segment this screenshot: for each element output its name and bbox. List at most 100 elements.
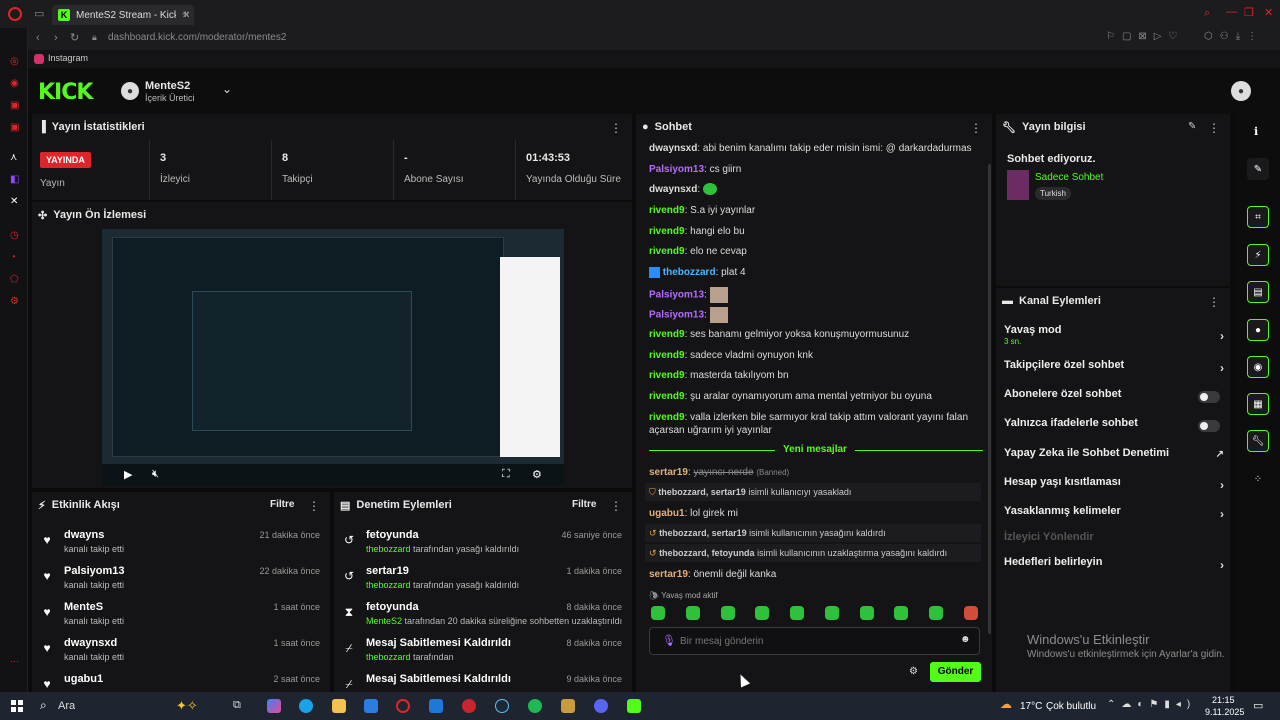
browser-tab-kick[interactable]: K MenteS2 Stream - Kick D ✕ — [52, 5, 194, 25]
chat-username[interactable]: thebozzard — [663, 267, 716, 278]
system-tray-icons[interactable]: ⌃☁◐⚑▮◂) — [1107, 699, 1196, 710]
opera-taskbar-icon[interactable] — [396, 699, 410, 713]
activity-user[interactable]: Palsiyom13 — [64, 565, 125, 577]
notes-rail-button[interactable]: ▤ — [1247, 281, 1269, 303]
modlog-actor[interactable]: thebozzard — [366, 652, 411, 662]
quick-emote[interactable] — [894, 606, 908, 620]
kick-logo[interactable]: KICK — [38, 80, 93, 105]
chat-username[interactable]: rivend9 — [649, 205, 685, 216]
chat-username[interactable]: sertar19 — [649, 569, 688, 580]
sidebar-pin-icon[interactable]: ⬠ — [10, 274, 19, 285]
subscribers-only-row[interactable]: Abonelere özel sohbet — [1004, 388, 1226, 408]
mail-icon[interactable] — [429, 699, 443, 713]
chat-username[interactable]: rivend9 — [649, 246, 685, 257]
quick-emote[interactable] — [721, 606, 735, 620]
activity-user[interactable]: ugabu1 — [64, 673, 103, 685]
clip-rail-button[interactable]: ⌗ — [1247, 206, 1269, 228]
stream-info-menu-icon[interactable]: ⋮ — [1208, 121, 1220, 135]
chat-username[interactable]: rivend9 — [649, 226, 685, 237]
edit-stream-info-icon[interactable]: ✎ — [1188, 121, 1196, 132]
sidebar-more-icon[interactable]: ⋯ — [10, 656, 19, 667]
quick-emote[interactable] — [929, 606, 943, 620]
sidebar-app-icon-2[interactable]: ▣ — [10, 122, 19, 133]
followers-only-row[interactable]: Takipçilere özel sohbet › — [1004, 359, 1226, 379]
tab-menu-icon[interactable]: ▭ — [34, 7, 44, 20]
copilot-icon[interactable] — [267, 699, 281, 713]
sidebar-clock-icon[interactable]: ◔ — [10, 252, 16, 263]
stream-video[interactable]: ▶ 🔇︎ ⛶ ⚙ — [102, 229, 564, 486]
modlog-filter-button[interactable]: Filtre — [572, 499, 596, 510]
new-tab-button[interactable]: + — [182, 7, 189, 21]
broadcast-rail-button[interactable]: ◉ — [1247, 356, 1269, 378]
extensions-toolbar[interactable]: ⚐▢⊠▷♡ — [1106, 31, 1184, 42]
kick-taskbar-icon[interactable] — [627, 699, 641, 713]
user-avatar[interactable]: ● — [1231, 81, 1251, 101]
channel-actions-menu-icon[interactable]: ⋮ — [1208, 295, 1220, 309]
weather-text[interactable]: Çok bulutlu — [1046, 701, 1096, 712]
emoji-icon[interactable]: ☻ — [960, 634, 971, 645]
edge-icon[interactable] — [299, 699, 313, 713]
notification-icon[interactable]: ▭ — [1253, 699, 1263, 712]
forward-button[interactable]: › — [54, 32, 58, 44]
search-tabs-icon[interactable]: ⌕ — [1204, 7, 1210, 20]
activity-user[interactable]: MenteS — [64, 601, 103, 613]
modlog-target[interactable]: fetoyunda — [366, 601, 419, 613]
activity-user[interactable]: dwayns — [64, 529, 104, 541]
start-button[interactable] — [11, 700, 23, 712]
modlog-target[interactable]: sertar19 — [366, 565, 409, 577]
quick-emote[interactable] — [860, 606, 874, 620]
messenger-icon[interactable]: ◉ — [10, 78, 19, 89]
chat-username[interactable]: sertar19 — [649, 467, 688, 478]
new-messages-divider[interactable]: Yeni mesajlar — [649, 444, 983, 458]
modlog-actor[interactable]: MenteS2 — [366, 616, 402, 626]
chat-username[interactable]: rivend9 — [649, 350, 685, 361]
activity-menu-icon[interactable]: ⋮ — [308, 499, 320, 513]
chat-username[interactable]: dwaynsxd — [649, 184, 697, 195]
chat-username[interactable]: rivend9 — [649, 329, 685, 340]
quick-emote[interactable] — [825, 606, 839, 620]
task-view-icon[interactable]: ⧉ — [233, 699, 241, 712]
banned-words-row[interactable]: Yasaklanmış kelimeler › — [1004, 505, 1226, 525]
quick-emote[interactable] — [964, 606, 978, 620]
category-name[interactable]: Sadece Sohbet — [1035, 172, 1103, 183]
maximize-button[interactable]: ❐ — [1244, 6, 1254, 19]
bookmark-instagram[interactable]: Instagram — [48, 53, 88, 63]
opera-logo-icon[interactable] — [8, 7, 22, 21]
chat-username[interactable]: rivend9 — [649, 391, 685, 402]
activity-filter-button[interactable]: Filtre — [270, 499, 294, 510]
modlog-actor[interactable]: thebozzard — [366, 544, 411, 554]
stats-menu-icon[interactable]: ⋮ — [610, 121, 622, 135]
reload-button[interactable]: ↻ — [70, 31, 79, 44]
emotes-only-row[interactable]: Yalnızca ifadelerle sohbet — [1004, 417, 1226, 437]
send-button[interactable]: Gönder — [930, 662, 981, 682]
back-button[interactable]: ‹ — [36, 32, 40, 44]
modlog-menu-icon[interactable]: ⋮ — [610, 499, 622, 513]
quick-emote[interactable] — [790, 606, 804, 620]
bolt-rail-button[interactable]: ⚡︎ — [1247, 244, 1269, 266]
sidebar-kick-icon[interactable]: ⋏ — [10, 152, 17, 163]
ai-moderation-row[interactable]: Yapay Zeka ile Sohbet Denetimi ↗ — [1004, 447, 1226, 467]
weather-temp[interactable]: 17°C — [1020, 701, 1042, 712]
edit-rail-button[interactable]: ✎ — [1247, 158, 1269, 180]
chat-username[interactable]: Palsiyom13 — [649, 290, 704, 301]
set-goals-row[interactable]: Hedefleri belirleyin › — [1004, 556, 1226, 576]
chat-settings-icon[interactable]: ⚙ — [909, 666, 918, 677]
url-field[interactable]: dashboard.kick.com/moderator/mentes2 — [108, 32, 286, 43]
chat-input-box[interactable]: 🎙︎ ☻ — [649, 627, 980, 655]
fullscreen-icon[interactable]: ⛶ — [502, 468, 510, 481]
category-thumbnail[interactable] — [1007, 170, 1029, 200]
chat-input[interactable] — [680, 633, 950, 649]
quick-emote[interactable] — [686, 606, 700, 620]
chat-username[interactable]: Palsiyom13 — [649, 164, 704, 175]
aria-icon[interactable]: ◎ — [10, 56, 19, 67]
store-icon[interactable] — [364, 699, 378, 713]
taskbar-search-label[interactable]: Ara — [58, 700, 75, 712]
file-explorer-icon[interactable] — [332, 699, 346, 713]
video-settings-icon[interactable]: ⚙ — [532, 468, 542, 481]
close-window-button[interactable]: ✕ — [1264, 6, 1273, 19]
chat-username[interactable]: dwaynsxd — [649, 143, 697, 154]
chat-scrollbar[interactable] — [988, 164, 991, 634]
chat-rail-button[interactable]: ● — [1247, 319, 1269, 341]
emotes-only-toggle[interactable] — [1198, 420, 1220, 432]
steam-icon[interactable] — [495, 699, 509, 713]
